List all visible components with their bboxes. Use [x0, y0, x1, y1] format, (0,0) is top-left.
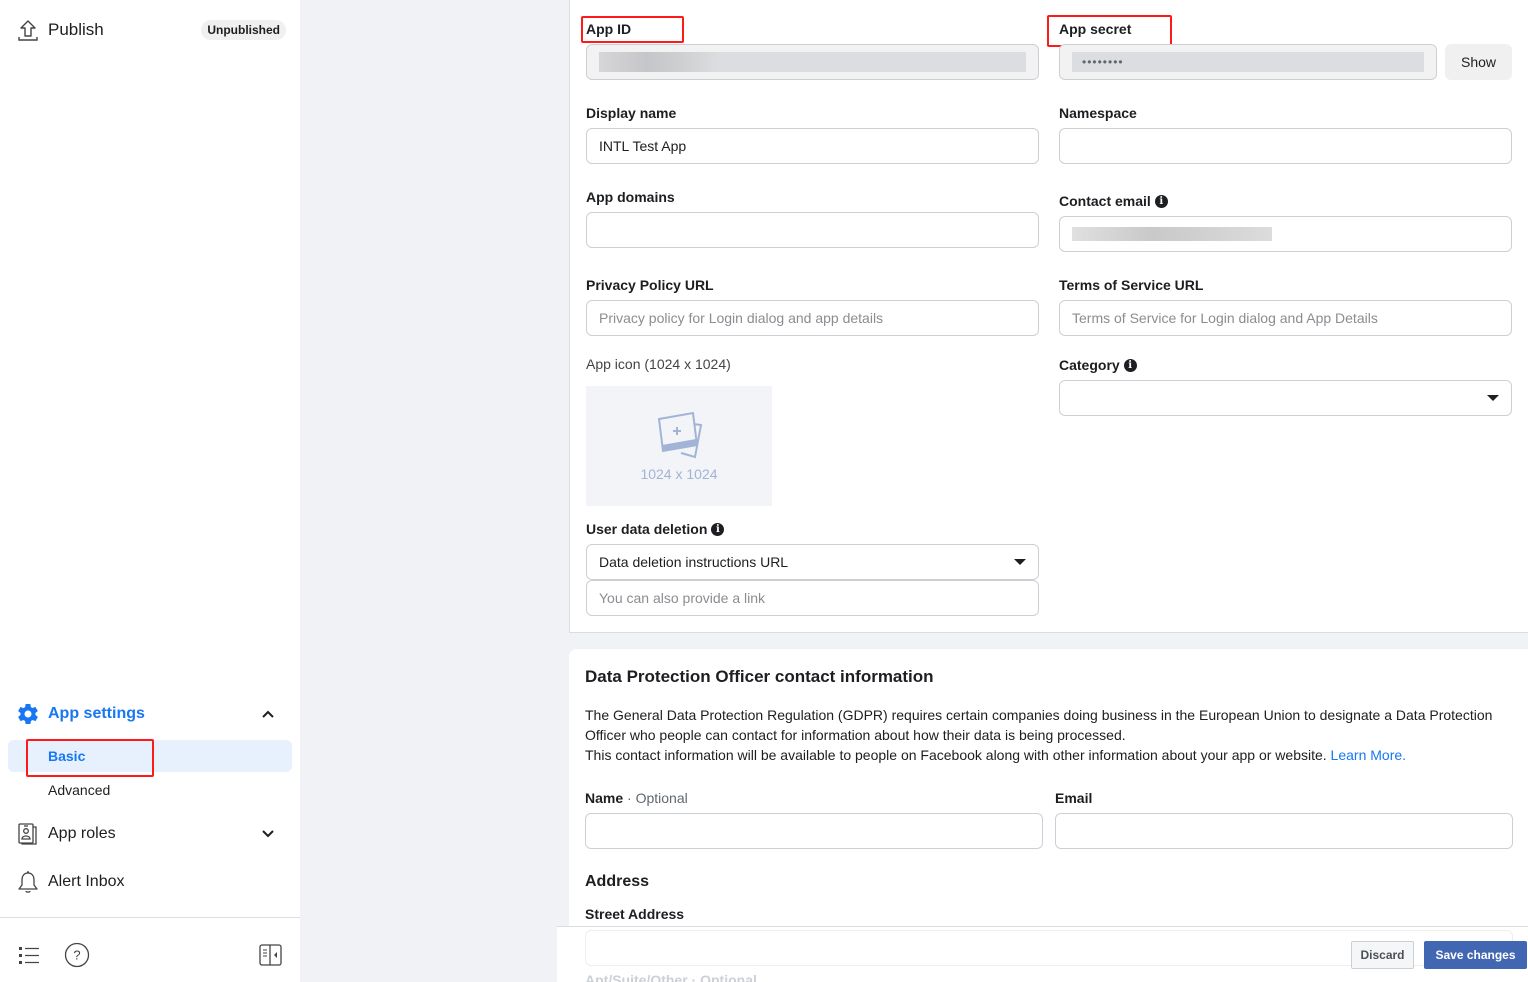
terms-of-service-label: Terms of Service URL: [1059, 277, 1204, 293]
dpo-title: Data Protection Officer contact informat…: [585, 667, 934, 686]
svg-text:?: ?: [73, 948, 80, 963]
dpo-description-2: This contact information will be availab…: [585, 747, 1327, 763]
category-select[interactable]: [1059, 380, 1512, 416]
dpo-description-1: The General Data Protection Regulation (…: [585, 707, 1493, 743]
app-icon-size-text: 1024 x 1024: [640, 465, 718, 482]
dpo-email-label: Email: [1055, 790, 1093, 806]
app-secret-value: ••••••••: [1072, 52, 1424, 72]
terms-of-service-input[interactable]: Terms of Service for Login dialog and Ap…: [1059, 300, 1512, 336]
namespace-label: Namespace: [1059, 105, 1137, 121]
optional-suffix: · Optional: [627, 790, 688, 806]
app-id-field[interactable]: [586, 44, 1039, 80]
category-label: Category i: [1059, 357, 1137, 373]
dpo-name-label-text: Name: [585, 790, 624, 806]
bell-icon: [16, 870, 40, 894]
sidebar-item-app-roles[interactable]: App roles: [0, 818, 300, 850]
caret-down-icon: [1487, 395, 1499, 401]
id-badge-icon: [16, 822, 40, 846]
address-heading: Address: [585, 873, 650, 890]
info-icon[interactable]: i: [711, 522, 725, 536]
apt-suite-label: Apt/Suite/Other · Optional: [585, 972, 757, 982]
sidebar-bottom-toolbar: ?: [0, 918, 300, 982]
publish-label: Publish: [48, 20, 104, 39]
placeholder: Privacy policy for Login dialog and app …: [599, 310, 884, 326]
publish-item[interactable]: Publish Unpublished: [16, 16, 286, 44]
show-secret-button[interactable]: Show: [1445, 44, 1512, 80]
app-secret-field[interactable]: ••••••••: [1059, 44, 1437, 80]
display-name-value: INTL Test App: [599, 138, 687, 154]
app-icon-label: App icon (1024 x 1024): [586, 356, 731, 372]
sidebar-item-label: App settings: [48, 705, 145, 722]
dpo-name-label: Name · Optional: [585, 790, 688, 806]
info-icon[interactable]: i: [1123, 358, 1137, 372]
display-name-label: Display name: [586, 105, 677, 121]
redacted-value: [1072, 227, 1272, 241]
gear-icon: [16, 702, 40, 726]
dpo-name-input[interactable]: [585, 813, 1043, 849]
privacy-policy-label: Privacy Policy URL: [586, 277, 714, 293]
sidebar-nav: App settings Basic Advanced App roles Al…: [0, 698, 300, 898]
dpo-description-2-wrap: This contact information will be availab…: [585, 745, 1505, 765]
app-id-label: App ID: [586, 21, 632, 37]
sidebar-item-label: Alert Inbox: [48, 873, 125, 890]
sidebar-item-label: App roles: [48, 825, 116, 842]
chevron-up-icon[interactable]: [260, 706, 276, 722]
help-icon[interactable]: ?: [64, 942, 90, 968]
sidebar: Publish Unpublished App settings Basic A…: [0, 0, 300, 982]
selected-option: Data deletion instructions URL: [599, 554, 789, 570]
app-domains-input[interactable]: [586, 212, 1039, 248]
placeholder: Terms of Service for Login dialog and Ap…: [1072, 310, 1378, 326]
user-data-deletion-label-text: User data deletion: [586, 521, 708, 537]
contact-email-label-text: Contact email: [1059, 193, 1151, 209]
display-name-input[interactable]: INTL Test App: [586, 128, 1039, 164]
contact-email-label: Contact email i: [1059, 193, 1168, 209]
sidebar-item-alert-inbox[interactable]: Alert Inbox: [0, 866, 300, 898]
dpo-description: The General Data Protection Regulation (…: [585, 705, 1505, 765]
contact-email-input[interactable]: [1059, 216, 1512, 252]
collapse-panel-icon[interactable]: [258, 942, 284, 968]
user-data-deletion-select[interactable]: Data deletion instructions URL: [586, 544, 1039, 580]
app-domains-label: App domains: [586, 189, 675, 205]
save-changes-button[interactable]: Save changes: [1424, 941, 1527, 969]
list-icon[interactable]: [16, 942, 42, 968]
app-secret-label: App secret: [1059, 21, 1132, 37]
sidebar-item-app-settings[interactable]: App settings: [0, 698, 300, 730]
redacted-value: [599, 52, 1026, 72]
privacy-policy-input[interactable]: Privacy policy for Login dialog and app …: [586, 300, 1039, 336]
user-data-deletion-link-input[interactable]: You can also provide a link: [586, 580, 1039, 616]
dpo-email-input[interactable]: [1055, 813, 1513, 849]
chevron-down-icon[interactable]: [260, 826, 276, 842]
category-label-text: Category: [1059, 357, 1120, 373]
street-address-label: Street Address: [585, 906, 685, 922]
status-badge: Unpublished: [201, 20, 286, 40]
namespace-input[interactable]: [1059, 128, 1512, 164]
upload-icon: [16, 18, 40, 42]
discard-button[interactable]: Discard: [1351, 941, 1414, 969]
learn-more-link[interactable]: Learn More.: [1331, 747, 1406, 763]
user-data-deletion-label: User data deletion i: [586, 521, 725, 537]
sidebar-subitem-basic[interactable]: Basic: [8, 740, 292, 772]
placeholder: You can also provide a link: [599, 590, 766, 606]
caret-down-icon: [1014, 559, 1026, 565]
app-icon-upload[interactable]: 1024 x 1024: [586, 386, 772, 506]
sidebar-subitem-advanced[interactable]: Advanced: [8, 774, 292, 806]
image-upload-icon: [651, 411, 707, 462]
info-icon[interactable]: i: [1154, 194, 1168, 208]
